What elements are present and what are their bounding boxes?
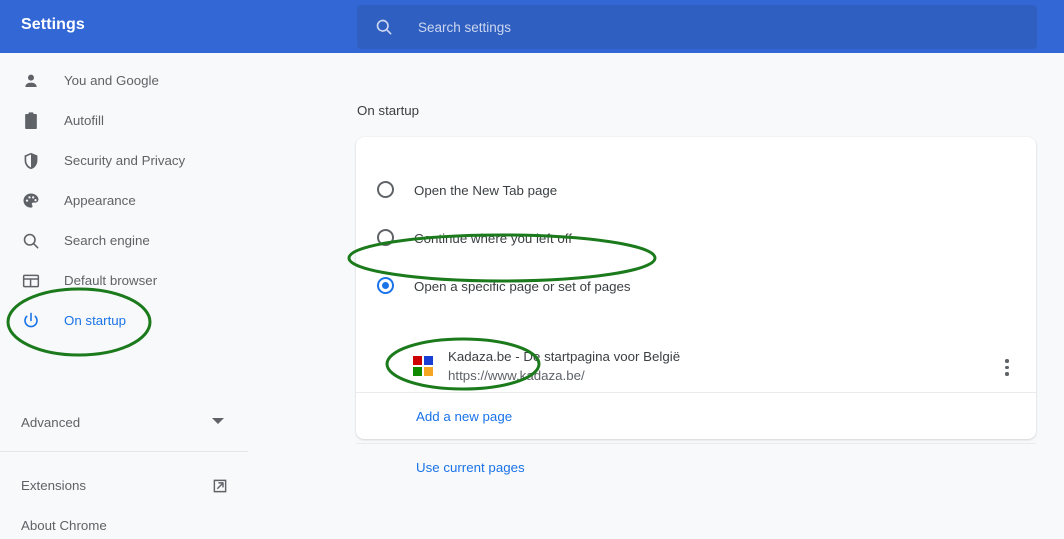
kebab-dot (1005, 365, 1009, 369)
search-input[interactable]: Search settings (418, 20, 511, 35)
chevron-down-icon (212, 418, 224, 424)
radio-button[interactable] (377, 181, 394, 198)
sidebar-item-label: Security and Privacy (64, 153, 186, 168)
radio-option-specific-page[interactable]: Open a specific page or set of pages (356, 263, 1036, 311)
sidebar-item-label: On startup (64, 313, 127, 328)
radio-option-label: Continue where you left off (414, 231, 572, 246)
favicon-square-red (413, 356, 422, 365)
startup-page-url: https://www.kadaza.be/ (448, 368, 585, 383)
radio-button-selected[interactable] (377, 277, 394, 294)
sidebar-item-label: About Chrome (21, 518, 107, 533)
person-icon (21, 71, 41, 91)
sidebar-item-label: Appearance (64, 193, 136, 208)
page-title: Settings (21, 16, 85, 33)
more-vertical-icon[interactable] (996, 356, 1018, 378)
kadaza-favicon-icon (413, 356, 435, 378)
sidebar-item-label: Extensions (21, 478, 87, 493)
radio-option-label: Open a specific page or set of pages (414, 279, 631, 294)
favicon-square-blue (424, 356, 433, 365)
add-a-new-page-row[interactable]: Add a new page (356, 393, 1036, 441)
sidebar-item-autofill[interactable]: Autofill (0, 108, 248, 134)
search-icon (374, 17, 394, 37)
sidebar-item-you-and-google[interactable]: You and Google (0, 68, 248, 94)
main-content: On startup Open the New Tab page Continu… (248, 53, 1064, 500)
favicon-square-orange (424, 367, 433, 376)
radio-option-continue-where-left-off[interactable]: Continue where you left off (356, 215, 1036, 263)
sidebar-item-default-browser[interactable]: Default browser (0, 268, 248, 294)
startup-page-row: Kadaza.be - De startpagina voor België h… (356, 343, 1036, 391)
radio-option-new-tab-page[interactable]: Open the New Tab page (356, 167, 1036, 215)
on-startup-card: Open the New Tab page Continue where you… (356, 137, 1036, 475)
add-a-new-page-link[interactable]: Add a new page (416, 393, 512, 441)
sidebar-advanced-toggle[interactable]: Advanced (0, 410, 248, 436)
sidebar-item-label: Default browser (64, 273, 158, 288)
radio-option-label: Open the New Tab page (414, 183, 558, 198)
sidebar-item-appearance[interactable]: Appearance (0, 188, 248, 214)
kebab-dot (1005, 359, 1009, 363)
startup-page-title: Kadaza.be - De startpagina voor België (448, 349, 681, 364)
magnifier-icon (21, 231, 41, 251)
sidebar-divider (0, 451, 248, 452)
sidebar-item-label: Search engine (64, 233, 150, 248)
sidebar-item-label: Autofill (64, 113, 104, 128)
sidebar-item-about-chrome[interactable]: About Chrome (0, 513, 248, 539)
shield-icon (21, 151, 41, 171)
clipboard-icon (21, 111, 41, 131)
favicon-square-green (413, 367, 422, 376)
palette-icon (21, 191, 41, 211)
sidebar-item-on-startup[interactable]: On startup (0, 308, 248, 334)
radio-button[interactable] (377, 229, 394, 246)
settings-page: Settings Search settings You and Google (0, 0, 1064, 533)
sidebar-item-label: You and Google (64, 73, 159, 88)
section-title: On startup (357, 103, 420, 118)
sidebar-item-security-and-privacy[interactable]: Security and Privacy (0, 148, 248, 174)
use-current-pages-row[interactable]: Use current pages (356, 444, 1036, 492)
search-settings-box[interactable]: Search settings (357, 5, 1037, 49)
sidebar-item-extensions[interactable]: Extensions (0, 473, 248, 499)
top-bar: Settings Search settings (0, 0, 1064, 53)
sidebar-item-search-engine[interactable]: Search engine (0, 228, 248, 254)
sidebar-advanced-label: Advanced (21, 415, 81, 430)
sidebar: You and Google Autofill Security and Pri… (0, 53, 248, 533)
use-current-pages-link[interactable]: Use current pages (416, 444, 525, 492)
kebab-dot (1005, 372, 1009, 376)
power-icon (21, 311, 41, 331)
open-in-new-icon[interactable] (211, 477, 229, 495)
browser-window-icon (21, 271, 41, 291)
